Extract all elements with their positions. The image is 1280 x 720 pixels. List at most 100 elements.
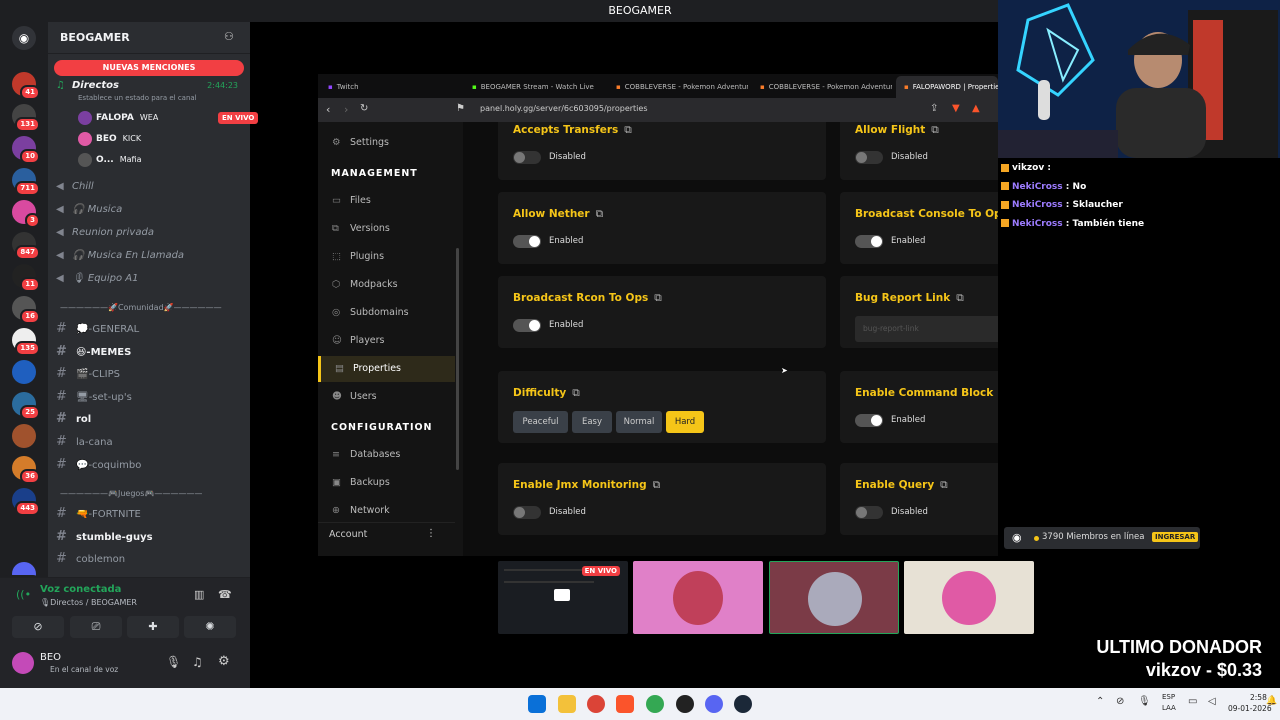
nav-players[interactable]: ☺ Players [318,328,455,354]
brave-icon[interactable] [616,695,634,713]
share-icon[interactable]: ⇪ [930,103,938,114]
text-channel[interactable]: # 🎬-CLIPS [56,364,242,384]
difficulty-easy-button[interactable]: Easy [572,411,612,433]
account-row[interactable]: Account ⋮ [318,522,455,548]
external-link-icon[interactable]: ⧉ [931,124,939,136]
server-icon-4[interactable]: 3 [12,200,40,228]
browser-tab[interactable]: ▪ FALOPAWORD | Properties [896,76,998,98]
server-icon-1[interactable]: 131 [12,104,40,132]
browser-tab[interactable]: ▪ COBBLEVERSE - Pokemon Adventure [608,76,748,98]
category-comunidad[interactable]: ——————🚀Comunidad🚀—————— [60,298,246,318]
external-link-icon[interactable]: ⧉ [940,479,948,491]
activities-button[interactable]: ✚ [127,616,179,638]
noise-suppression-icon[interactable]: ▥ [194,588,204,601]
property-toggle[interactable] [855,506,883,519]
thumb-user-3[interactable] [904,561,1034,634]
property-toggle[interactable] [513,151,541,164]
github-icon[interactable] [676,695,694,713]
server-icon-3[interactable]: 711 [12,168,40,196]
server-icon-5[interactable]: 847 [12,232,40,260]
lang-layout[interactable]: LAA [1162,704,1176,712]
voice-user[interactable]: FALOPA WEA EN VIVO [78,109,259,127]
difficulty-normal-button[interactable]: Normal [616,411,662,433]
chrome-icon[interactable] [587,695,605,713]
avatar[interactable] [12,652,34,674]
thumb-screenshare[interactable]: EN VIVO [498,561,628,634]
nav-modpacks[interactable]: ⬡ Modpacks [318,272,455,298]
scrollbar[interactable] [456,248,459,470]
nav-subdomains[interactable]: ◎ Subdomains [318,300,455,326]
browser-tab[interactable]: ▪ COBBLEVERSE - Pokemon Adventure [752,76,892,98]
property-toggle[interactable] [513,319,541,332]
server-icon-10[interactable]: 25 [12,392,40,420]
voice-user[interactable]: BEO KICK [78,130,141,148]
server-icon-7[interactable]: 16 [12,296,40,324]
server-icon-9[interactable] [12,360,36,384]
channel-status-hint[interactable]: Establece un estado para el canal [78,94,197,102]
server-icon-13[interactable]: 443 [12,488,40,516]
voice-user[interactable]: O... Mafia [78,151,141,169]
lang-code[interactable]: ESP [1162,693,1175,701]
rewards-icon[interactable]: ▲ [972,103,980,114]
settings-gear-icon[interactable]: ⚙ [218,654,230,669]
nav-backups[interactable]: ▣ Backups [318,470,455,496]
external-link-icon[interactable]: ⧉ [654,292,662,304]
nav-properties[interactable]: ▤ Properties [318,356,455,382]
property-toggle[interactable] [513,506,541,519]
property-toggle[interactable] [855,151,883,164]
voice-channel[interactable]: ◀ 🎧 Musica [56,200,242,220]
tray-chevron-icon[interactable]: ⌃ [1096,696,1104,707]
bug-report-input[interactable]: bug-report-link [855,316,998,342]
nav-network[interactable]: ⊕ Network [318,498,455,524]
user-name[interactable]: BEO [40,652,61,663]
server-icon-2[interactable]: 10 [12,136,40,164]
nav-users[interactable]: ☻ Users [318,384,455,410]
tray-mic-icon[interactable]: 🎙 [1138,696,1151,707]
external-link-icon[interactable]: ⧉ [596,208,604,220]
soundboard-button[interactable]: ✺ [184,616,236,638]
server-icon-0[interactable]: 41 [12,72,40,100]
server-header[interactable]: BEOGAMER ⚇ [48,22,250,54]
thumb-user-2[interactable] [769,561,899,634]
join-button[interactable]: INGRESAR [1152,532,1199,542]
forward-icon[interactable]: › [344,103,348,116]
headphones-icon[interactable]: ♫ [192,655,203,669]
voice-channel-directos[interactable]: ♫ Directos 2:44:23 [56,76,242,96]
text-channel[interactable]: # 💬-coquimbo [56,455,242,475]
thumb-user-1[interactable] [633,561,763,634]
difficulty-hard-button[interactable]: Hard [666,411,704,433]
text-channel[interactable]: # la-cana [56,432,242,452]
bookmark-icon[interactable]: ⚑ [456,103,465,114]
browser-tab[interactable]: ▪ BEOGAMER Stream - Watch Live [464,76,604,98]
mic-icon[interactable]: 🎙 [166,655,181,669]
server-icon-11[interactable] [12,424,36,448]
chrome-profile-icon[interactable] [646,695,664,713]
notification-bell-icon[interactable]: 🔔 [1266,696,1277,706]
voice-channel[interactable]: ◀ 🎧 Musica En Llamada [56,246,242,266]
voice-channel[interactable]: ◀ 🎙 Equipo A1 [56,269,242,289]
nav-files[interactable]: ▭ Files [318,188,455,214]
new-mentions-banner[interactable]: NUEVAS MENCIONES [54,60,244,76]
file-explorer-icon[interactable] [558,695,576,713]
nav-plugins[interactable]: ⬚ Plugins [318,244,455,270]
server-icon-12[interactable]: 36 [12,456,40,484]
text-channel[interactable]: # 🖥-set-up's [56,387,242,407]
network-icon[interactable]: ▭ [1188,696,1197,707]
voice-channel[interactable]: ◀ Chill [56,177,242,197]
external-link-icon[interactable]: ⧉ [653,479,661,491]
text-channel[interactable]: # rol [56,409,242,429]
nav-settings[interactable]: ⚙ Settings [318,130,455,156]
text-channel[interactable]: # 😆-MEMES [56,342,242,362]
discord-taskbar-icon[interactable] [705,695,723,713]
property-toggle[interactable] [855,414,883,427]
nav-versions[interactable]: ⧉ Versions [318,216,455,242]
text-channel[interactable]: # 💭-GENERAL [56,319,242,339]
external-link-icon[interactable]: ⧉ [956,292,964,304]
reload-icon[interactable]: ↻ [360,103,368,114]
browser-tab[interactable]: ▪ Twitch [320,76,440,98]
voice-connected-label[interactable]: Voz conectada [40,584,121,595]
property-toggle[interactable] [513,235,541,248]
text-channel[interactable]: # coblemon [56,549,242,569]
voice-channel[interactable]: ◀ Reunion privada [56,223,242,243]
camera-button[interactable]: ⊘ [12,616,64,638]
